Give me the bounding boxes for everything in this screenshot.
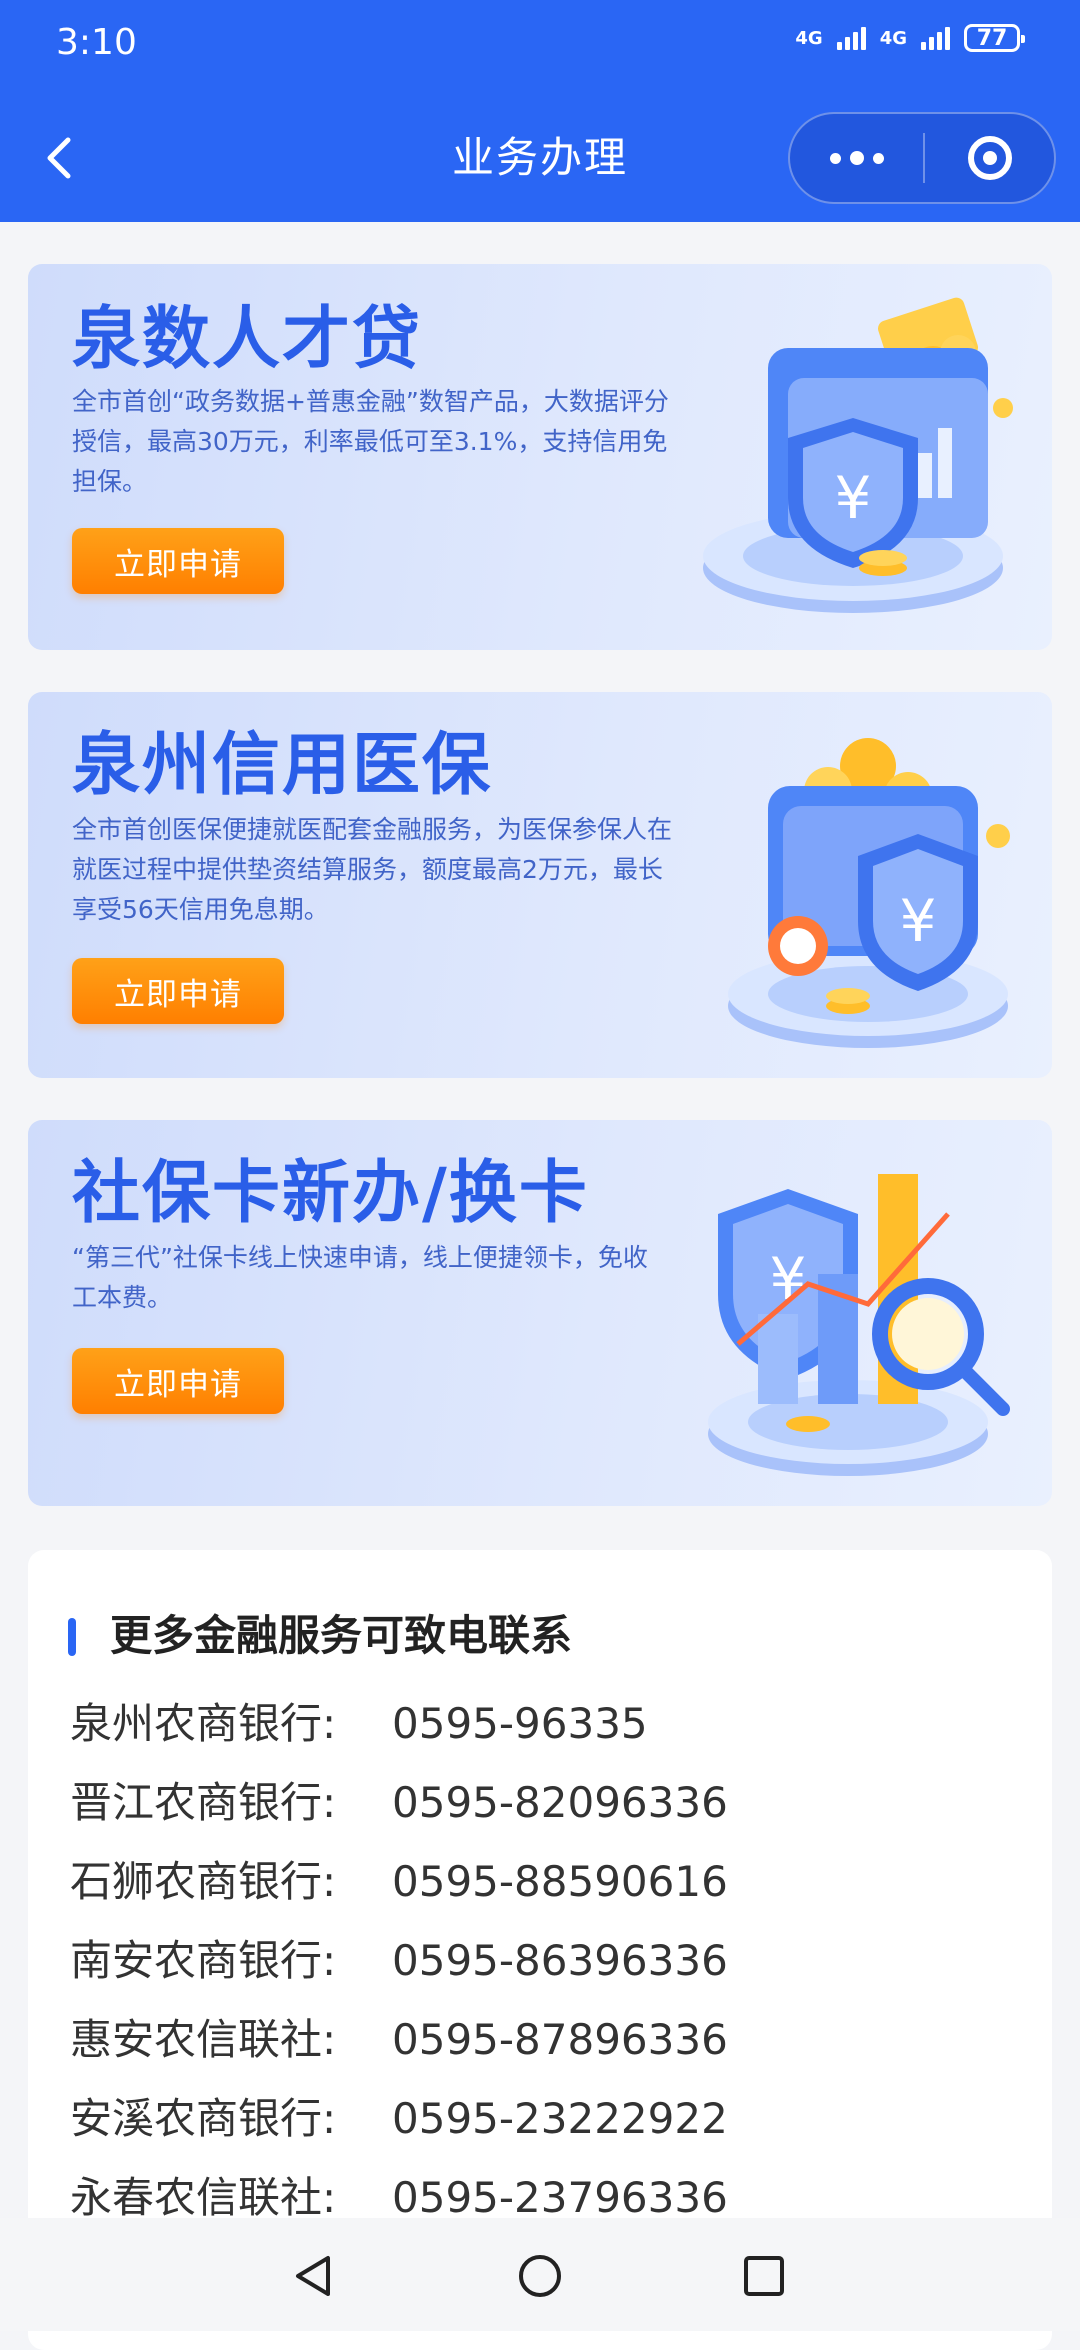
more-dot-icon [829, 152, 841, 164]
nav-home-button[interactable] [512, 2248, 568, 2304]
signal-icon-2 [921, 26, 950, 50]
wallet-shield-icon: ¥ [703, 297, 1013, 613]
phone-number[interactable]: 0595-86396336 [392, 1936, 728, 1985]
service-card-social-security[interactable]: 社保卡新办/换卡 “第三代”社保卡线上快速申请，线上便捷领卡，免收工本费。 立即… [28, 1120, 1052, 1506]
card-title: 泉州信用医保 [72, 726, 493, 805]
apply-button[interactable]: 立即申请 [72, 958, 284, 1024]
network-label-2: 4G [879, 27, 907, 49]
section-accent-bar [68, 1618, 76, 1656]
nav-back-button[interactable] [286, 2248, 342, 2304]
triangle-back-icon [296, 2256, 330, 2296]
status-time: 3:10 [56, 22, 137, 63]
contact-row: 南安农商银行: 0595-86396336 [70, 1931, 728, 1991]
contact-row: 晋江农商银行: 0595-82096336 [70, 1773, 728, 1833]
phone-number[interactable]: 0595-23222922 [392, 2094, 728, 2143]
contact-row: 惠安农信联社: 0595-87896336 [70, 2010, 728, 2070]
bank-name: 惠安农信联社: [70, 2015, 337, 2064]
square-recents-icon [744, 2256, 784, 2296]
nav-recents-button[interactable] [736, 2248, 792, 2304]
more-button[interactable] [790, 114, 923, 202]
more-dot-icon [872, 152, 884, 164]
contact-row: 泉州农商银行: 0595-96335 [70, 1694, 648, 1754]
phone-number[interactable]: 0595-82096336 [392, 1778, 728, 1827]
top-bar: 3:10 4G 4G 77 业务办理 [0, 0, 1080, 222]
shield-chart-magnifier-icon: ¥ [708, 1174, 1010, 1476]
mini-program-capsule [788, 112, 1056, 204]
status-icons: 4G 4G 77 [795, 24, 1025, 52]
contact-row: 石狮农商银行: 0595-88590616 [70, 1852, 728, 1912]
card-title: 社保卡新办/换卡 [72, 1154, 589, 1233]
shield-coins-icon: ¥ [728, 738, 1010, 1048]
phone-number[interactable]: 0595-87896336 [392, 2015, 728, 2064]
phone-number[interactable]: 0595-96335 [392, 1699, 648, 1748]
more-dot-icon [849, 151, 864, 165]
contact-title: 更多金融服务可致电联系 [110, 1611, 573, 1660]
phone-number[interactable]: 0595-88590616 [392, 1857, 728, 1906]
service-card-talent-loan[interactable]: 泉数人才贷 全市首创“政务数据+普惠金融”数智产品，大数据评分授信，最高30万元… [28, 264, 1052, 650]
bank-name: 泉州农商银行: [70, 1699, 337, 1748]
battery-icon: 77 [964, 24, 1025, 52]
bank-name: 南安农商银行: [70, 1936, 337, 1985]
signal-icon [836, 26, 866, 50]
bank-name: 晋江农商银行: [70, 1778, 337, 1827]
system-navigation-bar [0, 2218, 1080, 2331]
service-card-medical-credit[interactable]: 泉州信用医保 全市首创医保便捷就医配套金融服务，为医保参保人在就医过程中提供垫资… [28, 692, 1052, 1078]
card-description: 全市首创“政务数据+普惠金融”数智产品，大数据评分授信，最高30万元，利率最低可… [72, 387, 669, 496]
close-mini-program-button[interactable] [925, 136, 1054, 180]
bank-name: 安溪农商银行: [70, 2094, 337, 2143]
circle-home-icon [519, 2255, 561, 2297]
network-label-1: 4G [795, 27, 823, 49]
target-circle-icon [967, 136, 1012, 180]
svg-text:¥: ¥ [900, 887, 937, 955]
card-description: “第三代”社保卡线上快速申请，线上便捷领卡，免收工本费。 [72, 1243, 648, 1312]
card-description: 全市首创医保便捷就医配套金融服务，为医保参保人在就医过程中提供垫资结算服务，额度… [72, 815, 673, 924]
apply-button[interactable]: 立即申请 [72, 528, 284, 594]
apply-button[interactable]: 立即申请 [72, 1348, 284, 1414]
phone-number[interactable]: 0595-23796336 [392, 2173, 728, 2222]
svg-text:¥: ¥ [835, 464, 872, 532]
bank-name: 石狮农商银行: [70, 1857, 337, 1906]
card-title: 泉数人才贷 [72, 300, 423, 379]
contact-row: 安溪农商银行: 0595-23222922 [70, 2089, 728, 2149]
